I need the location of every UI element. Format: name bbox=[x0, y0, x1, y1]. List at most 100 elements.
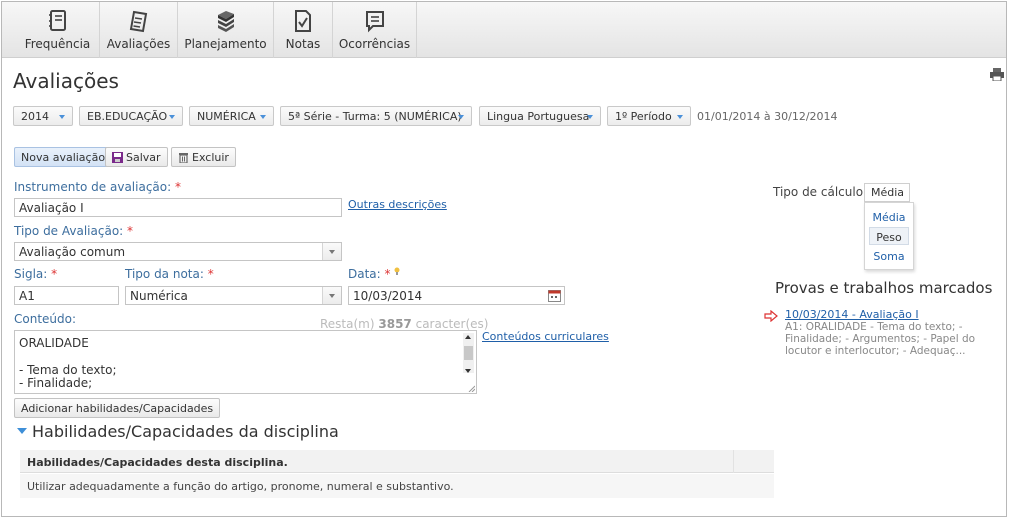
calc-type-value: Média bbox=[871, 186, 905, 199]
toolbar-item-frequencia[interactable]: Frequência bbox=[16, 2, 100, 58]
check-document-icon bbox=[295, 10, 311, 32]
subject-select[interactable]: Lingua Portuguesa bbox=[479, 106, 601, 126]
grading-select[interactable]: NUMÉRICA bbox=[189, 106, 274, 126]
arrow-right-icon bbox=[764, 310, 778, 322]
message-list-icon bbox=[365, 11, 384, 33]
delete-label: Excluir bbox=[192, 151, 229, 164]
grade-type-label: Tipo da nota: * bbox=[125, 267, 214, 281]
save-button[interactable]: Salvar bbox=[105, 147, 168, 167]
calc-type-label: Tipo de cálculo: bbox=[773, 185, 868, 199]
column-divider bbox=[733, 450, 734, 473]
remaining-count: 3857 bbox=[378, 317, 412, 331]
calc-option-soma[interactable]: Soma bbox=[869, 247, 909, 265]
caret-down-icon bbox=[260, 115, 266, 119]
toolbar-label: Avaliações bbox=[106, 37, 171, 51]
date-input[interactable]: 10/03/2014 bbox=[348, 286, 565, 305]
grade-type-select[interactable]: Numérica bbox=[125, 286, 342, 305]
scroll-up-icon[interactable] bbox=[465, 335, 471, 339]
grading-value: NUMÉRICA bbox=[197, 110, 256, 123]
notepad-icon bbox=[129, 10, 147, 33]
calc-type-select[interactable]: Média bbox=[864, 183, 910, 202]
sigla-input-value: A1 bbox=[19, 289, 35, 303]
resize-grip-icon[interactable] bbox=[468, 385, 475, 392]
floppy-disk-icon bbox=[112, 152, 123, 163]
class-value: 5ª Série - Turma: 5 (NUMÉRICA) bbox=[288, 110, 462, 123]
date-input-value: 10/03/2014 bbox=[353, 289, 423, 303]
course-select[interactable]: EB.EDUCAÇÃO bbox=[79, 106, 183, 126]
add-skills-button[interactable]: Adicionar habilidades/Capacidades bbox=[14, 398, 221, 418]
subject-value: Lingua Portuguesa bbox=[487, 110, 590, 123]
type-label-text: Tipo de Avaliação: bbox=[14, 224, 124, 238]
content-line: - Tema do texto; bbox=[19, 363, 117, 377]
year-value: 2014 bbox=[21, 110, 49, 123]
year-select[interactable]: 2014 bbox=[13, 106, 73, 126]
toolbar-label: Frequência bbox=[24, 37, 91, 51]
add-skills-label: Adicionar habilidades/Capacidades bbox=[21, 402, 214, 415]
sigla-label-text: Sigla: bbox=[14, 267, 48, 281]
dropdown-arrow-icon[interactable] bbox=[322, 287, 341, 304]
scheduled-title: Provas e trabalhos marcados bbox=[775, 279, 993, 297]
caret-down-icon bbox=[59, 115, 65, 119]
instrument-input[interactable]: Avaliação I bbox=[14, 198, 342, 217]
caret-down-icon bbox=[587, 115, 593, 119]
content-line: ORALIDADE bbox=[19, 336, 89, 350]
content-textarea[interactable]: ORALIDADE - Tema do texto; - Finalidade; bbox=[14, 330, 477, 394]
new-evaluation-button[interactable]: Nova avaliação bbox=[14, 147, 113, 167]
required-mark: * bbox=[384, 267, 391, 281]
term-select[interactable]: 1º Período bbox=[607, 106, 691, 126]
table-row[interactable]: Utilizar adequadamente a função do artig… bbox=[20, 474, 774, 498]
instrument-label: Instrumento de avaliação: * bbox=[14, 180, 181, 194]
toolbar-item-planejamento[interactable]: Planejamento bbox=[178, 2, 274, 58]
toolbar-item-avaliacoes[interactable]: Avaliações bbox=[100, 2, 178, 58]
instrument-label-text: Instrumento de avaliação: bbox=[14, 180, 172, 194]
calendar-icon[interactable] bbox=[548, 289, 561, 302]
dropdown-arrow-icon[interactable] bbox=[322, 243, 341, 260]
remaining-suffix: caracter(es) bbox=[415, 317, 489, 331]
app-frame: Frequência Avaliações Planejamento Notas… bbox=[1, 1, 1007, 517]
caret-down-icon bbox=[677, 115, 683, 119]
print-icon[interactable] bbox=[990, 68, 1004, 81]
calc-option-media[interactable]: Média bbox=[869, 208, 909, 226]
remaining-prefix: Resta(m) bbox=[320, 317, 375, 331]
toolbar-label: Ocorrências bbox=[338, 37, 411, 51]
type-label: Tipo de Avaliação: * bbox=[14, 224, 133, 238]
scroll-down-icon[interactable] bbox=[465, 369, 471, 373]
date-label: Data: * bbox=[348, 267, 400, 281]
notebook-icon bbox=[48, 10, 66, 31]
delete-button[interactable]: Excluir bbox=[171, 147, 236, 167]
page-title: Avaliações bbox=[13, 69, 119, 93]
remaining-chars: Resta(m) 3857 caracter(es) bbox=[320, 317, 488, 331]
scheduled-item-link[interactable]: 10/03/2014 - Avaliação I bbox=[785, 308, 919, 321]
required-mark: * bbox=[51, 267, 58, 281]
required-mark: * bbox=[127, 224, 134, 238]
toolbar-item-notas[interactable]: Notas bbox=[274, 2, 333, 58]
grade-type-value: Numérica bbox=[130, 289, 188, 303]
calc-type-menu: Média Peso Soma bbox=[864, 202, 914, 270]
grade-type-label-text: Tipo da nota: bbox=[125, 267, 204, 281]
books-icon bbox=[217, 11, 234, 32]
textarea-scrollbar[interactable] bbox=[463, 333, 474, 373]
caret-down-icon bbox=[458, 115, 464, 119]
calc-option-peso[interactable]: Peso bbox=[869, 227, 909, 245]
evaluation-type-select[interactable]: Avaliação comum bbox=[14, 242, 342, 261]
other-descriptions-link[interactable]: Outras descrições bbox=[348, 198, 447, 211]
trash-icon bbox=[179, 153, 188, 163]
collapse-triangle-icon[interactable] bbox=[17, 428, 27, 434]
content-line: - Finalidade; bbox=[19, 376, 93, 390]
skills-table-header: Habilidades/Capacidades desta disciplina… bbox=[20, 450, 774, 473]
curricular-contents-link[interactable]: Conteúdos curriculares bbox=[482, 330, 609, 343]
toolbar-label: Notas bbox=[285, 37, 321, 51]
scroll-thumb[interactable] bbox=[464, 346, 473, 360]
period-range: 01/01/2014 à 30/12/2014 bbox=[697, 110, 838, 123]
required-mark: * bbox=[207, 267, 214, 281]
content-label: Conteúdo: bbox=[14, 312, 77, 326]
class-select[interactable]: 5ª Série - Turma: 5 (NUMÉRICA) bbox=[280, 106, 472, 126]
toolbar-item-ocorrencias[interactable]: Ocorrências bbox=[333, 2, 417, 58]
new-evaluation-label: Nova avaliação bbox=[21, 151, 106, 164]
caret-down-icon bbox=[169, 115, 175, 119]
sigla-input[interactable]: A1 bbox=[14, 286, 119, 305]
date-label-text: Data: bbox=[348, 267, 381, 281]
scheduled-item-description: A1: ORALIDADE - Tema do texto; - Finalid… bbox=[785, 321, 976, 357]
toolbar-label: Planejamento bbox=[184, 37, 267, 51]
course-value: EB.EDUCAÇÃO bbox=[87, 110, 168, 123]
